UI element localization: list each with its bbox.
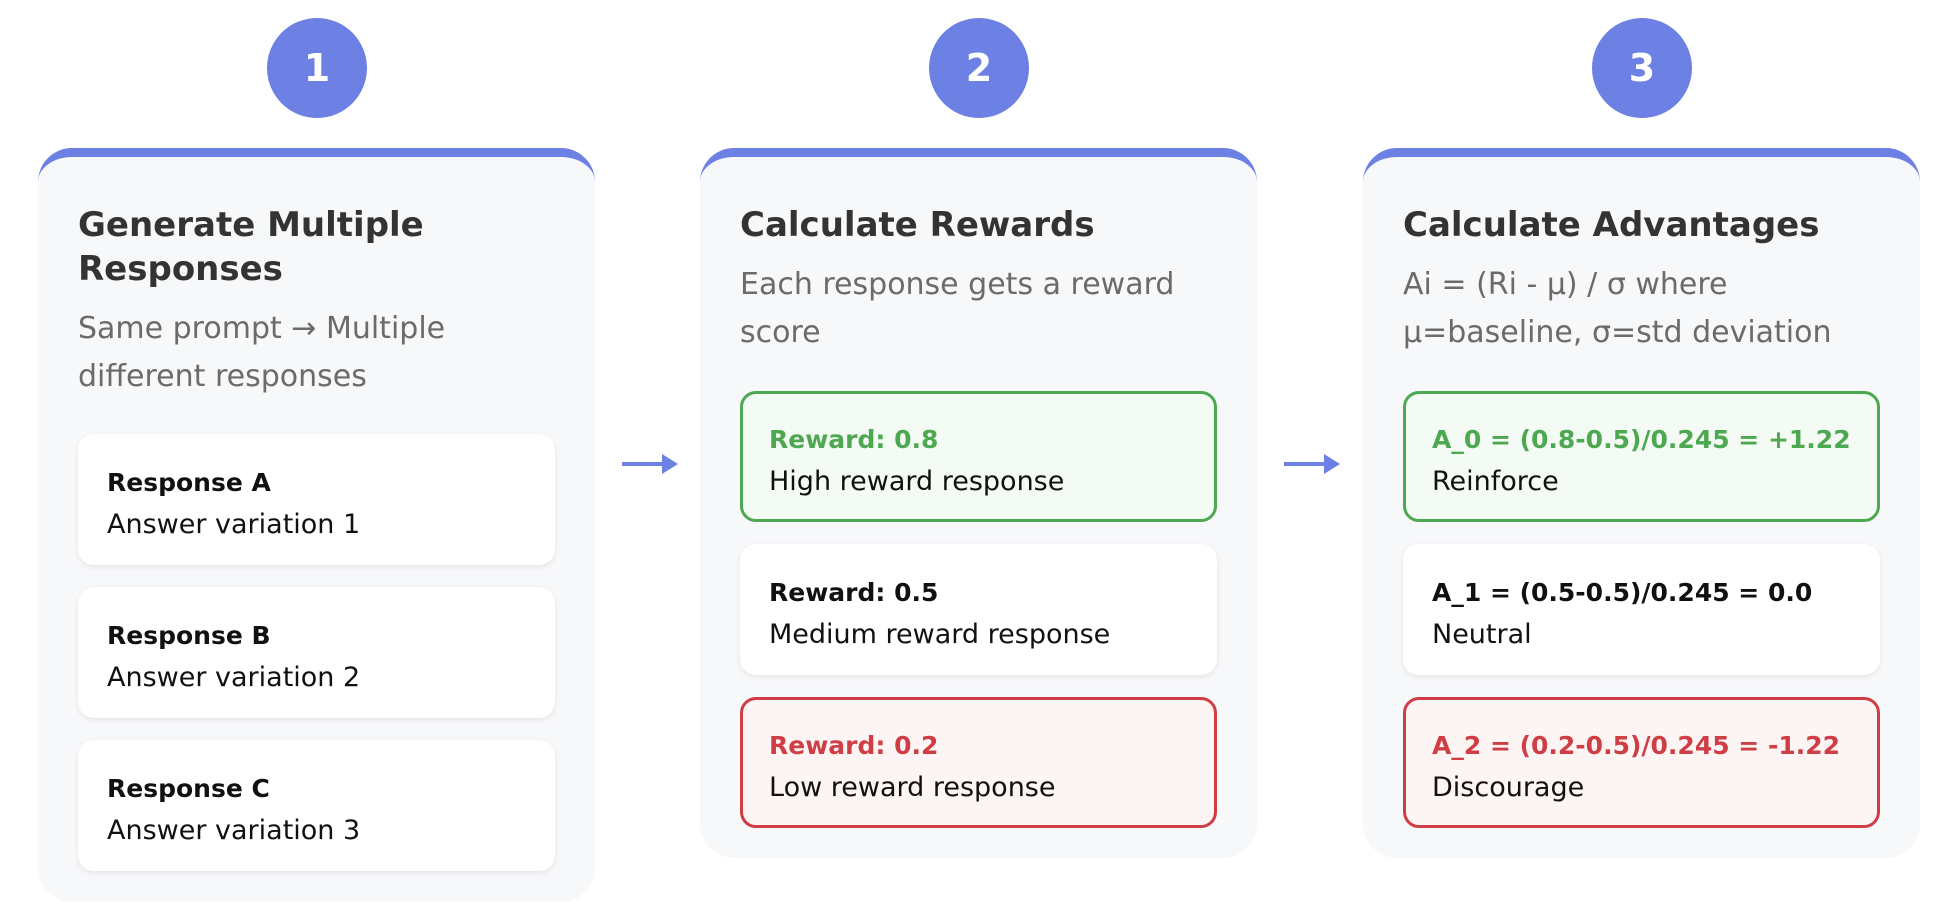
advantage-action: Neutral [1432,619,1532,650]
step-number-badge: 1 [267,18,367,118]
step-title: Generate Multiple Responses [78,205,424,289]
step-title: Calculate Rewards [740,205,1095,245]
response-card-title: Response B [107,621,271,650]
step-description: Same prompt → Multiple different respons… [78,311,446,394]
advantage-action: Discourage [1432,772,1585,803]
advantage-card-positive: A_0 = (0.8-0.5)/0.245 = +1.22 Reinforce [1403,391,1880,522]
reward-card-text: Medium reward response [769,619,1111,650]
step-title: Calculate Advantages [1403,205,1820,245]
arrow-right-icon [622,454,678,474]
advantage-action: Reinforce [1432,466,1559,497]
reward-card-title: Reward: 0.5 [769,578,939,607]
advantage-card-negative: A_2 = (0.2-0.5)/0.245 = -1.22 Discourage [1403,697,1880,828]
reward-card-text: Low reward response [769,772,1056,803]
response-card: Response C Answer variation 3 [78,740,555,871]
response-card-text: Answer variation 3 [107,815,361,846]
reward-card-title: Reward: 0.8 [769,425,939,454]
reward-list: Reward: 0.8 High reward response Reward:… [740,391,1217,850]
reward-card-high: Reward: 0.8 High reward response [740,391,1217,522]
advantage-card-neutral: A_1 = (0.5-0.5)/0.245 = 0.0 Neutral [1403,544,1880,675]
reward-card-medium: Reward: 0.5 Medium reward response [740,544,1217,675]
response-card: Response A Answer variation 1 [78,434,555,565]
reward-card-title: Reward: 0.2 [769,731,939,760]
step-description: Ai = (Ri - μ) / σ where μ=baseline, σ=st… [1403,267,1832,350]
response-list: Response A Answer variation 1 Response B… [78,434,555,893]
response-card: Response B Answer variation 2 [78,587,555,718]
step-number-badge: 2 [929,18,1029,118]
response-card-text: Answer variation 2 [107,662,361,693]
response-card-title: Response A [107,468,271,497]
advantage-formula: A_1 = (0.5-0.5)/0.245 = 0.0 [1432,578,1813,607]
response-card-text: Answer variation 1 [107,509,361,540]
advantage-list: A_0 = (0.8-0.5)/0.245 = +1.22 Reinforce … [1403,391,1880,850]
arrow-right-icon [1284,454,1340,474]
step-card: Generate Multiple Responses Same prompt … [38,148,595,902]
step-card: Calculate Advantages Ai = (Ri - μ) / σ w… [1363,148,1920,858]
advantage-formula: A_0 = (0.8-0.5)/0.245 = +1.22 [1432,425,1851,454]
reward-card-text: High reward response [769,466,1065,497]
step-description: Each response gets a reward score [740,267,1175,350]
advantage-formula: A_2 = (0.2-0.5)/0.245 = -1.22 [1432,731,1841,760]
step-number-badge: 3 [1592,18,1692,118]
step-card: Calculate Rewards Each response gets a r… [700,148,1257,858]
response-card-title: Response C [107,774,270,803]
reward-card-low: Reward: 0.2 Low reward response [740,697,1217,828]
